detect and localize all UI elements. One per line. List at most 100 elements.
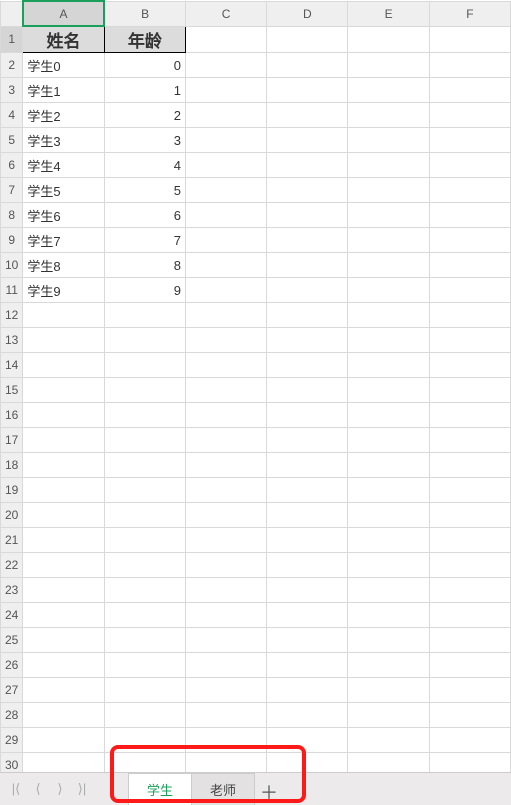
cell-F11[interactable] [429,278,510,303]
cell-D24[interactable] [267,603,348,628]
cell-B16[interactable] [104,403,185,428]
cell-B8[interactable]: 6 [104,203,185,228]
cell-B21[interactable] [104,528,185,553]
cell-D23[interactable] [267,578,348,603]
cell-F22[interactable] [429,553,510,578]
cell-F7[interactable] [429,178,510,203]
cell-F15[interactable] [429,378,510,403]
cell-C16[interactable] [186,403,267,428]
row-header[interactable]: 5 [1,128,23,153]
row-header[interactable]: 18 [1,453,23,478]
cell-B11[interactable]: 9 [104,278,185,303]
cell-A23[interactable] [23,578,104,603]
nav-prev-icon[interactable]: ⟨ [30,781,46,797]
col-header-C[interactable]: C [186,1,267,26]
cell-B18[interactable] [104,453,185,478]
cell-B14[interactable] [104,353,185,378]
cell-F2[interactable] [429,53,510,78]
cell-A20[interactable] [23,503,104,528]
cell-E4[interactable] [348,103,429,128]
cell-F3[interactable] [429,78,510,103]
cell-A4[interactable]: 学生2 [23,103,104,128]
cell-C27[interactable] [186,678,267,703]
cell-B24[interactable] [104,603,185,628]
cell-F13[interactable] [429,328,510,353]
row-header[interactable]: 2 [1,53,23,78]
cell-C20[interactable] [186,503,267,528]
cell-E21[interactable] [348,528,429,553]
row-header[interactable]: 24 [1,603,23,628]
cell-C14[interactable] [186,353,267,378]
cell-B20[interactable] [104,503,185,528]
cell-D22[interactable] [267,553,348,578]
cell-E15[interactable] [348,378,429,403]
cell-A3[interactable]: 学生1 [23,78,104,103]
cell-F27[interactable] [429,678,510,703]
cell-F16[interactable] [429,403,510,428]
cell-C13[interactable] [186,328,267,353]
nav-last-icon[interactable]: ⟩| [74,781,90,797]
col-header-A[interactable]: A [23,1,104,26]
cell-B5[interactable]: 3 [104,128,185,153]
cell-D29[interactable] [267,728,348,753]
grid[interactable]: A B C D E F 1姓名年龄2学生003学生114学生225学生336学生… [0,0,511,772]
nav-next-icon[interactable]: ⟩ [52,781,68,797]
cell-C25[interactable] [186,628,267,653]
cell-B23[interactable] [104,578,185,603]
cell-A18[interactable] [23,453,104,478]
cell-D10[interactable] [267,253,348,278]
row-header[interactable]: 6 [1,153,23,178]
col-header-D[interactable]: D [267,1,348,26]
cell-F21[interactable] [429,528,510,553]
cell-F5[interactable] [429,128,510,153]
cell-E25[interactable] [348,628,429,653]
cell-B4[interactable]: 2 [104,103,185,128]
cell-D26[interactable] [267,653,348,678]
cell-C9[interactable] [186,228,267,253]
cell-E17[interactable] [348,428,429,453]
row-header[interactable]: 7 [1,178,23,203]
cell-C11[interactable] [186,278,267,303]
cell-A14[interactable] [23,353,104,378]
cell-D28[interactable] [267,703,348,728]
row-header[interactable]: 10 [1,253,23,278]
cell-A7[interactable]: 学生5 [23,178,104,203]
cell-C18[interactable] [186,453,267,478]
row-header[interactable]: 26 [1,653,23,678]
row-header[interactable]: 4 [1,103,23,128]
cell-A17[interactable] [23,428,104,453]
cell-F24[interactable] [429,603,510,628]
cell-B10[interactable]: 8 [104,253,185,278]
nav-first-icon[interactable]: |⟨ [8,781,24,797]
cell-F18[interactable] [429,453,510,478]
cell-A15[interactable] [23,378,104,403]
col-header-B[interactable]: B [104,1,185,26]
cell-C19[interactable] [186,478,267,503]
cell-D20[interactable] [267,503,348,528]
cell-C4[interactable] [186,103,267,128]
cell-E19[interactable] [348,478,429,503]
cell-E14[interactable] [348,353,429,378]
cell-D3[interactable] [267,78,348,103]
cell-E13[interactable] [348,328,429,353]
cell-A13[interactable] [23,328,104,353]
cell-A11[interactable]: 学生9 [23,278,104,303]
cell-E24[interactable] [348,603,429,628]
cell-B15[interactable] [104,378,185,403]
cell-E11[interactable] [348,278,429,303]
cell-E12[interactable] [348,303,429,328]
row-header[interactable]: 1 [1,26,23,53]
cell-D11[interactable] [267,278,348,303]
cell-F29[interactable] [429,728,510,753]
row-header[interactable]: 12 [1,303,23,328]
cell-E3[interactable] [348,78,429,103]
row-header[interactable]: 11 [1,278,23,303]
cell-B1[interactable]: 年龄 [104,26,185,53]
cell-B13[interactable] [104,328,185,353]
cell-B3[interactable]: 1 [104,78,185,103]
cell-D17[interactable] [267,428,348,453]
select-all-corner[interactable] [1,1,23,26]
cell-A19[interactable] [23,478,104,503]
cell-E23[interactable] [348,578,429,603]
cell-D1[interactable] [267,26,348,53]
